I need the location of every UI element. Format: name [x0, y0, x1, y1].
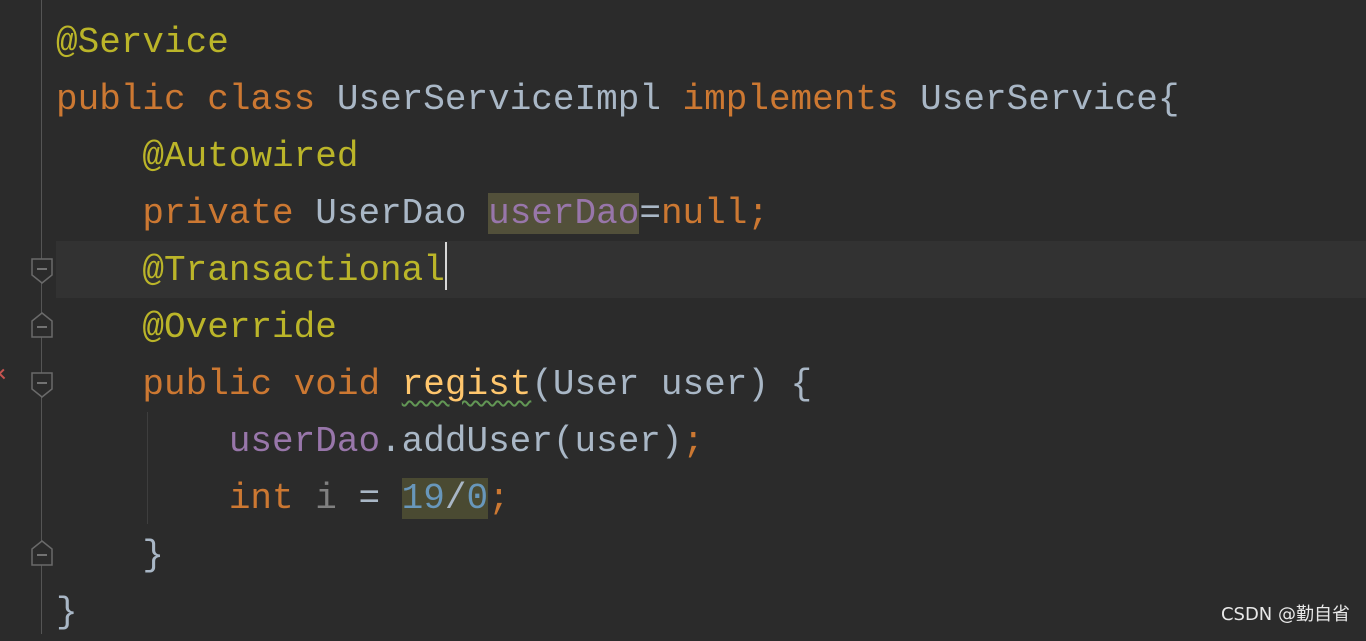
code-line[interactable]: private UserDao userDao=null; — [56, 185, 1179, 242]
code-token: } — [56, 535, 165, 576]
code-token: class — [207, 79, 316, 120]
code-line[interactable]: int i = 19/0; — [56, 470, 1179, 527]
code-token: userDao — [488, 193, 640, 234]
code-token: @Transactional — [142, 250, 445, 291]
code-token: .addUser(user) — [380, 421, 683, 462]
code-token: UserServiceImpl — [315, 79, 683, 120]
code-line[interactable]: public void regist(User user) { — [56, 356, 1179, 413]
watermark: CSDN @勤自省 — [1220, 604, 1350, 625]
code-token: @Service — [56, 22, 229, 63]
code-line[interactable]: @Transactional — [56, 242, 1179, 299]
code-token: userDao — [228, 421, 381, 462]
code-token: ; — [488, 478, 510, 519]
code-token: 19 — [401, 478, 445, 519]
code-token: UserDao — [293, 193, 489, 234]
code-line[interactable]: @Service — [56, 14, 1179, 71]
code-line[interactable]: } — [56, 527, 1179, 584]
code-token: void — [293, 364, 381, 405]
code-token: null — [660, 193, 748, 234]
code-token: int — [228, 478, 294, 519]
code-token: @Autowired — [142, 136, 359, 177]
code-token: 0 — [466, 478, 489, 519]
code-token: @Override — [142, 307, 337, 348]
fold-start-icon[interactable] — [31, 372, 53, 398]
fold-end-icon[interactable] — [31, 258, 53, 284]
code-token: ; — [747, 193, 769, 234]
code-token: regist — [401, 364, 532, 405]
code-token: = — [336, 478, 402, 519]
code-token: public — [56, 79, 186, 120]
code-token: i — [315, 478, 337, 519]
code-token: implements — [682, 79, 899, 120]
code-token: = — [639, 193, 661, 234]
code-token: ; — [682, 421, 705, 462]
code-token: (User user) { — [531, 364, 813, 405]
text-caret — [444, 242, 447, 290]
code-line[interactable]: } — [56, 584, 1179, 641]
code-token: / — [444, 478, 467, 519]
fold-end-icon[interactable] — [31, 540, 53, 566]
code-line[interactable]: @Autowired — [56, 128, 1179, 185]
code-token: } — [56, 592, 78, 633]
code-token: public — [142, 364, 273, 405]
code-line[interactable]: userDao.addUser(user); — [56, 413, 1179, 470]
editor-gutter — [0, 0, 56, 634]
code-editor[interactable]: @Service public class UserServiceImpl imp… — [56, 14, 1179, 641]
code-line[interactable]: @Override — [56, 299, 1179, 356]
code-token: UserService{ — [898, 79, 1180, 120]
error-marker-icon[interactable] — [0, 368, 9, 380]
code-line[interactable]: public class UserServiceImpl implements … — [56, 71, 1179, 128]
code-token: private — [142, 193, 294, 234]
fold-start-icon[interactable] — [31, 312, 53, 338]
